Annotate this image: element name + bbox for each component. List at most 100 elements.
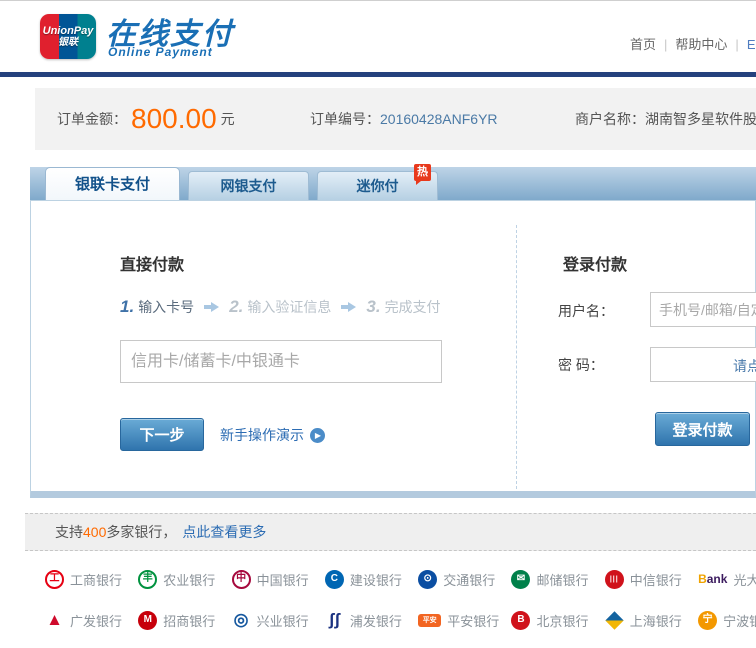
tab-unionpay-card[interactable]: 银联卡支付 <box>45 167 180 200</box>
step-2-num: 2. <box>229 297 243 316</box>
bank-name: 交通银行 <box>443 570 495 589</box>
bank-name: 宁波银行 <box>723 611 756 630</box>
demo-link[interactable]: 新手操作演示 ▶ <box>220 425 325 445</box>
order-info-bar: 订单金额： 800.00 元 订单编号： 20160428ANF6YR 商户名称… <box>35 88 756 150</box>
username-input[interactable] <box>650 292 756 327</box>
nav-home-link[interactable]: 首页 <box>630 37 656 52</box>
bank-name: 农业银行 <box>163 570 215 589</box>
payment-tabbar: 银联卡支付 网银支付 迷你付热 <box>30 167 756 200</box>
bank-icon: ◎ <box>232 611 251 630</box>
bank-item[interactable]: C建设银行 <box>325 560 418 598</box>
support-suffix: 多家银行， <box>106 524 176 540</box>
bank-item[interactable]: 中中国银行 <box>232 560 325 598</box>
bank-item[interactable]: ||| 中信银行 <box>605 560 698 598</box>
bank-name: 上海银行 <box>630 611 682 630</box>
bank-icon: B <box>511 611 530 630</box>
view-more-banks-link[interactable]: 点此查看更多 <box>182 524 266 540</box>
bank-item[interactable]: M招商银行 <box>138 601 231 639</box>
step-2-label: 输入验证信息 <box>247 299 331 315</box>
support-count: 400 <box>83 524 106 540</box>
hot-badge: 热 <box>414 164 431 181</box>
bank-icon: 丰 <box>138 570 157 589</box>
tab-netbank[interactable]: 网银支付 <box>188 171 309 200</box>
bank-row-2: ▲广发银行M招商银行◎ 兴业银行 ʃʃ浦发银行平安平安银行B 北京银行 上海银行宁宁波银… <box>45 601 756 639</box>
bank-name: 中信银行 <box>630 570 682 589</box>
bank-icon: 平安 <box>418 614 441 627</box>
merchant-group: 商户名称： 湖南智多星软件股 <box>575 88 756 150</box>
header: UnionPay 银联 在线支付 Online Payment 首页|帮助中心|… <box>0 1 756 72</box>
card-number-input[interactable] <box>120 340 442 383</box>
bank-icon: 中 <box>232 570 251 589</box>
step-1-label: 输入卡号 <box>138 299 194 315</box>
password-control-hint[interactable]: 请点 <box>733 356 756 376</box>
step-arrow-icon <box>341 302 356 312</box>
bank-name: 北京银行 <box>536 611 588 630</box>
login-pay-button[interactable]: 登录付款 <box>655 412 750 446</box>
payment-page: UnionPay 银联 在线支付 Online Payment 首页|帮助中心|… <box>0 0 756 648</box>
supported-banks-text: 支持400多家银行， 点此查看更多 <box>55 522 266 542</box>
step-2: 2.输入验证信息 <box>229 297 331 317</box>
bank-item[interactable]: ⊙ 交通银行 <box>418 560 511 598</box>
merchant-label: 商户名称： <box>575 109 645 129</box>
bank-name: 兴业银行 <box>257 611 309 630</box>
bank-icon: ʃʃ <box>325 611 344 630</box>
bank-item[interactable]: ◎ 兴业银行 <box>232 601 325 639</box>
bank-name: 邮储银行 <box>536 570 588 589</box>
panel-divider <box>516 225 517 489</box>
bank-item[interactable]: Bank 光大银行 <box>698 560 756 598</box>
step-arrow-icon <box>204 302 219 312</box>
step-3-num: 3. <box>366 297 380 316</box>
bank-item[interactable]: 工工商银行 <box>45 560 138 598</box>
unionpay-logo-icon: UnionPay 银联 <box>40 14 96 59</box>
bank-icon <box>605 611 623 629</box>
order-amount-group: 订单金额： 800.00 元 <box>57 88 235 150</box>
demo-link-label: 新手操作演示 <box>220 425 304 445</box>
bank-name: 中国银行 <box>257 570 309 589</box>
nav-help-link[interactable]: 帮助中心 <box>675 37 727 52</box>
bank-item[interactable]: ▲广发银行 <box>45 601 138 639</box>
direct-payment-title: 直接付款 <box>120 251 184 275</box>
order-currency: 元 <box>221 109 235 129</box>
login-payment-title: 登录付款 <box>563 251 627 275</box>
order-number-label: 订单编号： <box>310 109 380 129</box>
logo-brand-cn: 银联 <box>58 37 78 49</box>
bank-item[interactable]: ʃʃ浦发银行 <box>325 601 418 639</box>
nav-english-link[interactable]: E <box>747 37 756 52</box>
bank-item[interactable]: 平安平安银行 <box>418 601 511 639</box>
step-3-label: 完成支付 <box>385 299 441 315</box>
bank-icon: ▲ <box>45 611 64 630</box>
step-3: 3. 完成支付 <box>366 297 440 317</box>
site-subtitle: Online Payment <box>108 45 213 59</box>
bank-icon: ||| <box>605 570 624 589</box>
nav-separator: | <box>727 37 746 52</box>
nav-separator: | <box>656 37 675 52</box>
username-label: 用户名： <box>558 301 614 321</box>
payment-steps: 1.输入卡号 2.输入验证信息 3. 完成支付 <box>120 297 441 317</box>
order-number-group: 订单编号： 20160428ANF6YR <box>310 88 498 150</box>
bank-item[interactable]: 上海银行 <box>605 601 698 639</box>
bank-item[interactable]: 宁宁波银行 <box>698 601 756 639</box>
step-1-num: 1. <box>120 297 134 316</box>
logo-brand-en: UnionPay <box>43 25 94 37</box>
merchant-name: 湖南智多星软件股 <box>645 109 756 129</box>
bank-name: 光大银行 <box>733 570 756 589</box>
order-number-value: 20160428ANF6YR <box>380 111 498 127</box>
order-amount-label: 订单金额： <box>57 109 127 129</box>
play-icon: ▶ <box>310 428 325 443</box>
bank-icon: C <box>325 570 344 589</box>
header-divider-bar <box>0 72 756 77</box>
step-1: 1.输入卡号 <box>120 297 194 317</box>
support-prefix: 支持 <box>55 524 83 540</box>
bank-icon: ⊙ <box>418 570 437 589</box>
next-step-button[interactable]: 下一步 <box>120 418 204 451</box>
bank-item[interactable]: B 北京银行 <box>511 601 604 639</box>
bank-icon: ✉ <box>511 570 530 589</box>
supported-banks-bar: 支持400多家银行， 点此查看更多 <box>25 513 756 551</box>
bank-icon: 工 <box>45 570 64 589</box>
bank-icon: Bank <box>698 572 727 586</box>
bank-icon: 宁 <box>698 611 717 630</box>
bank-item[interactable]: 丰农业银行 <box>138 560 231 598</box>
tab-minipay[interactable]: 迷你付热 <box>317 171 438 200</box>
bank-item[interactable]: ✉ 邮储银行 <box>511 560 604 598</box>
order-amount-value: 800.00 <box>131 103 217 135</box>
